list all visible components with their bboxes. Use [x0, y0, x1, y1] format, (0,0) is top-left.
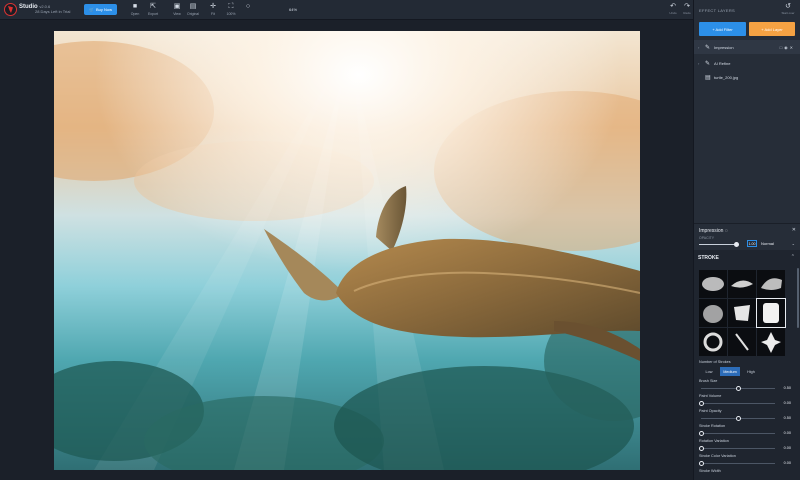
brush-icon: ✎	[705, 44, 711, 51]
actual-size-icon: ⛶	[228, 3, 234, 10]
artwork-image[interactable]	[54, 31, 640, 470]
opacity-slider[interactable]	[699, 242, 739, 247]
redo-button[interactable]: ↷ Redo	[680, 3, 694, 17]
expand-chevron-icon[interactable]: ›	[698, 61, 699, 66]
stroke-count-low[interactable]: Low	[699, 367, 719, 376]
stroke-count-label: Number of Strokes	[699, 360, 731, 364]
ai-icon: ✎	[705, 60, 711, 67]
brush-size-slider[interactable]: Brush Size 0.50	[699, 379, 791, 395]
export-button[interactable]: ⇱ Export	[143, 2, 163, 18]
brush-swatch[interactable]	[699, 328, 727, 356]
app-window: Studio v2.0.6 28 Days Left in Trial 🛒 Bu…	[0, 0, 800, 480]
trial-status: 28 Days Left in Trial	[35, 9, 71, 14]
fit-button[interactable]: ✛ Fit	[203, 2, 223, 18]
filter-name: Impression ◌	[699, 228, 728, 234]
slider-track[interactable]	[701, 403, 775, 404]
brush-swatch[interactable]	[728, 328, 756, 356]
slider-handle[interactable]	[699, 461, 704, 466]
open-button[interactable]: ■ Open	[125, 2, 145, 18]
expand-chevron-icon[interactable]: ›	[698, 45, 699, 50]
layer-item-ai-refine[interactable]: › ✎ AI Refine	[694, 56, 800, 70]
settings-button[interactable]: ○	[238, 2, 258, 18]
image-icon: ▤	[705, 74, 711, 81]
brush-swatch-selected[interactable]	[756, 298, 786, 328]
add-layer-button[interactable]: + Add Layer	[749, 22, 795, 36]
buy-now-button[interactable]: 🛒 Buy Now	[84, 4, 117, 15]
brush-swatch[interactable]	[757, 270, 785, 298]
export-icon: ⇱	[150, 3, 156, 10]
slider-track[interactable]	[701, 463, 775, 464]
slider-handle[interactable]	[699, 431, 704, 436]
canvas-area[interactable]	[0, 21, 692, 480]
original-image-icon: ▤	[189, 3, 197, 10]
layer-tools[interactable]: □◉✕	[780, 45, 795, 50]
original-button[interactable]: ▤ Original	[183, 2, 203, 18]
layer-item-base-image[interactable]: ▤ turtle_200.jpg	[694, 70, 800, 84]
slider-track[interactable]	[701, 448, 775, 449]
chevron-up-icon[interactable]: ⌃	[791, 254, 795, 260]
turtle-painting	[54, 31, 640, 470]
brush-swatch[interactable]	[699, 299, 727, 327]
stroke-heading: STROKE	[698, 255, 719, 261]
reset-icon: ↺	[785, 3, 791, 10]
folder-icon: ■	[132, 3, 138, 10]
app-logo-icon	[4, 3, 17, 16]
opacity-label: OPACITY	[699, 236, 715, 240]
slider-handle[interactable]	[699, 446, 704, 451]
add-filter-button[interactable]: + Add Filter	[699, 22, 746, 36]
fit-icon: ✛	[210, 3, 216, 10]
slider-handle[interactable]	[736, 416, 741, 421]
opacity-value-input[interactable]: 1.00	[747, 240, 757, 247]
redo-icon: ↷	[684, 3, 690, 10]
slider-track[interactable]	[701, 433, 775, 434]
panel-title: EFFECT LAYERS	[699, 8, 735, 13]
info-icon[interactable]: ◌	[725, 228, 728, 234]
slider-handle[interactable]	[699, 401, 704, 406]
chevron-down-icon[interactable]: ⌄	[792, 241, 795, 246]
undo-button[interactable]: ↶ Undo	[666, 3, 680, 17]
stroke-count-high[interactable]: High	[741, 367, 761, 376]
paint-opacity-slider[interactable]: Paint Opacity 0.50	[699, 409, 791, 425]
stroke-rotation-slider[interactable]: Stroke Rotation 0.00	[699, 424, 791, 440]
stroke-count-medium[interactable]: Medium	[720, 367, 740, 376]
opacity-slider-handle[interactable]	[733, 242, 739, 247]
zoom-level: 64%	[289, 7, 298, 12]
close-icon[interactable]: ✕	[792, 227, 796, 233]
delete-icon[interactable]: ✕	[790, 45, 795, 50]
cart-icon: 🛒	[89, 7, 94, 12]
opacity-slider-fill	[699, 244, 736, 245]
effect-layers-panel: ↺ Start over EFFECT LAYERS + Add Filter …	[693, 0, 800, 480]
slider-handle[interactable]	[736, 386, 741, 391]
filter-settings-header: Impression ◌ ✕ OPACITY 1.00 Normal ⌄	[694, 223, 800, 249]
brush-swatch[interactable]	[728, 270, 756, 298]
brush-swatch[interactable]	[757, 328, 785, 356]
rotation-variation-slider[interactable]: Rotation Variation 0.00	[699, 439, 791, 455]
brush-swatch[interactable]	[728, 299, 756, 327]
brush-swatch[interactable]	[699, 270, 727, 298]
paint-volume-slider[interactable]: Paint Volume 0.00	[699, 394, 791, 410]
brush-grid	[699, 270, 786, 357]
blend-mode-select[interactable]: Normal	[761, 241, 774, 246]
undo-icon: ↶	[670, 3, 676, 10]
circle-icon: ○	[245, 3, 251, 10]
stroke-width-slider[interactable]: Stroke Width	[699, 469, 791, 480]
panel-scrollbar[interactable]	[797, 268, 799, 328]
start-over-button[interactable]: ↺ Start over	[780, 3, 796, 17]
view-icon: ▣	[173, 3, 181, 10]
stroke-color-variation-slider[interactable]: Stroke Color Variation 0.00	[699, 454, 791, 470]
stroke-section: STROKE ⌃ Number of Strokes Low Medium Hi…	[694, 250, 800, 480]
top-toolbar: Studio v2.0.6 28 Days Left in Trial 🛒 Bu…	[0, 0, 800, 20]
layer-item-impression[interactable]: › ✎ Impression □◉✕	[694, 40, 800, 54]
